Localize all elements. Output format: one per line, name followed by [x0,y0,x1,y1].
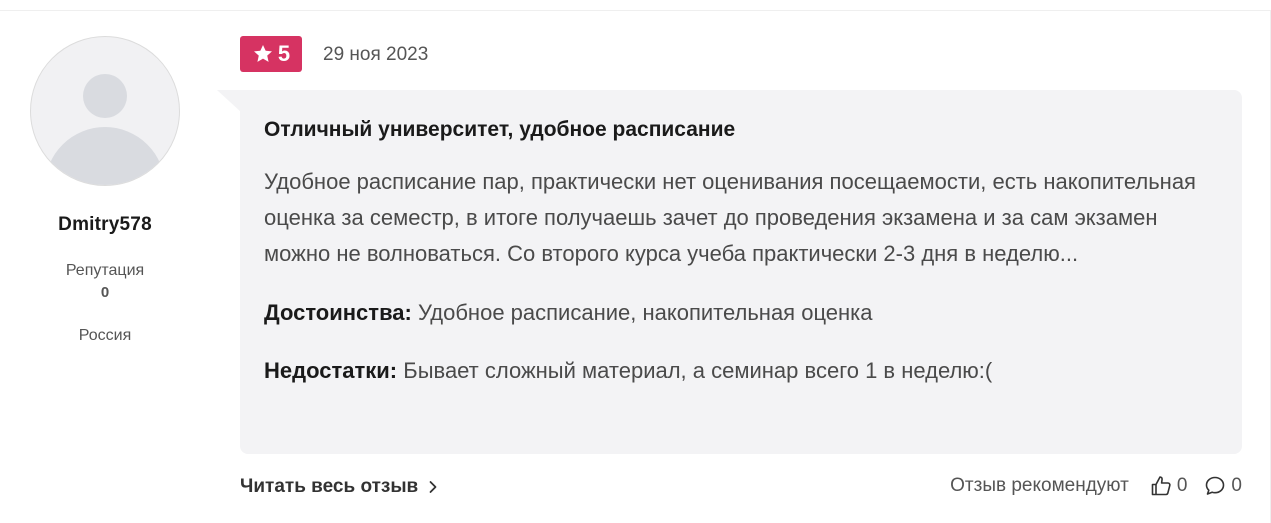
comments-button[interactable]: 0 [1203,474,1242,498]
user-placeholder-icon [83,74,127,118]
recommend-label: Отзыв рекомендуют [950,475,1129,496]
author-panel: Dmitry578 Репутация 0 Россия [30,36,180,345]
author-country: Россия [78,327,132,344]
read-full-review-link[interactable]: Читать весь отзыв [240,476,438,498]
rating-badge: 5 [240,36,302,72]
thumb-up-icon [1151,476,1171,496]
pros-text: Удобное расписание, накопительная оценка [418,300,873,325]
review-date: 29 ноя 2023 [323,44,429,65]
read-more-label: Читать весь отзыв [240,476,419,497]
top-divider [0,10,1271,11]
review-cons: Недостатки: Бывает сложный материал, а с… [264,356,1218,386]
rating-value: 5 [277,41,291,66]
cons-text: Бывает сложный материал, а семинар всего… [403,358,993,383]
bubble-tail [217,90,241,112]
review-pros: Достоинства: Удобное расписание, накопит… [264,298,1218,328]
pros-label: Достоинства: [264,300,412,325]
like-button[interactable]: 0 [1149,474,1188,498]
user-placeholder-body [45,127,165,185]
review-actions: Отзыв рекомендуют 0 0 [950,474,1242,498]
likes-count: 0 [1176,475,1188,496]
chevron-right-icon [429,481,437,493]
cons-label: Недостатки: [264,358,398,383]
avatar[interactable] [30,36,180,186]
comment-icon [1206,476,1225,495]
comments-count: 0 [1231,475,1242,496]
reputation-value: 0 [100,284,110,301]
review-title[interactable]: Отличный университет, удобное расписание [264,116,1218,144]
author-name[interactable]: Dmitry578 [30,214,180,236]
review-text: Удобное расписание пар, практически нет … [264,169,1196,266]
reputation-label: Репутация [65,262,145,279]
star-icon [253,45,272,62]
review-bubble: Отличный университет, удобное расписание… [240,90,1242,454]
